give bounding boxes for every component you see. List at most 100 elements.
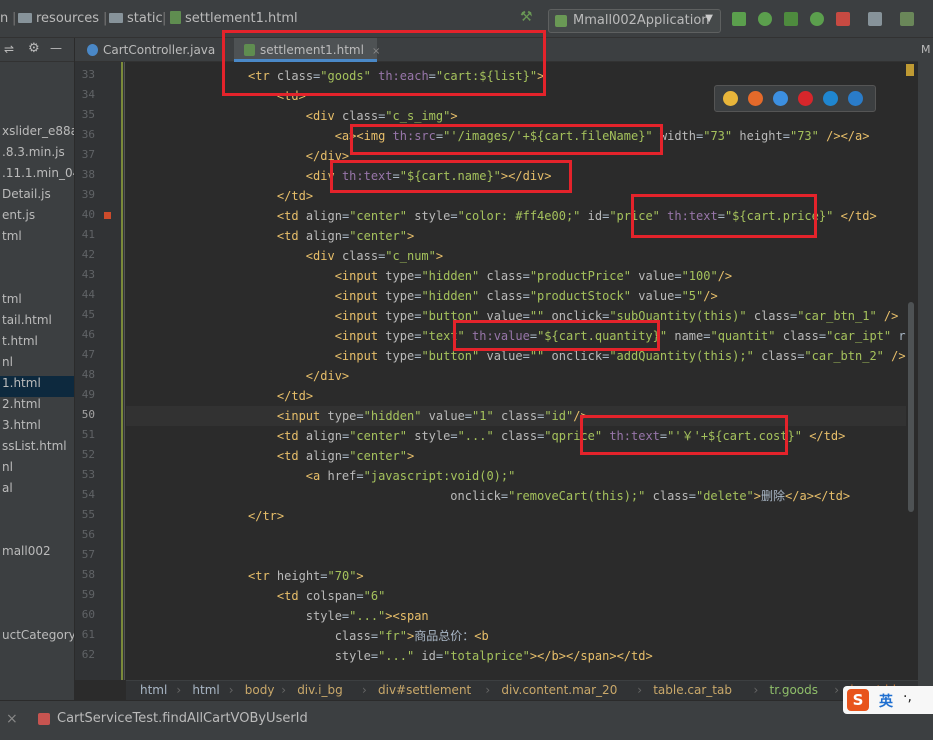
editor-scrollbar[interactable]	[906, 62, 918, 680]
project-tree-item[interactable]: .11.1.min_04	[0, 166, 74, 187]
line-number: 40	[81, 208, 95, 221]
code-line[interactable]: <input type="hidden" class="productStock…	[126, 286, 908, 306]
code-line[interactable]: <div class="c_num">	[126, 246, 908, 266]
breadcrumb-resources[interactable]: resources	[18, 11, 99, 26]
project-tree-item[interactable]: .8.3.min.js	[0, 145, 74, 166]
project-tree-item[interactable]: 3.html	[0, 418, 74, 439]
project-structure-icon[interactable]	[868, 12, 882, 26]
breadcrumb-static[interactable]: static	[109, 11, 163, 26]
debug-bug-icon[interactable]	[758, 12, 772, 26]
project-tree-item[interactable]: nl	[0, 355, 74, 376]
project-tree-item[interactable]: xslider_e88ac	[0, 124, 74, 145]
line-number: 36	[81, 128, 95, 141]
stop-icon[interactable]	[836, 12, 850, 26]
line-number: 58	[81, 568, 95, 581]
code-line[interactable]	[126, 546, 908, 566]
breadcrumb-item[interactable]: div#settlement	[378, 683, 471, 697]
code-line[interactable]: <input type="hidden" value="1" class="id…	[126, 406, 908, 426]
gear-icon[interactable]: ⚙	[28, 41, 40, 56]
project-tree-item[interactable]: mall002	[0, 544, 74, 565]
line-number: 60	[81, 608, 95, 621]
code-line[interactable]: class="fr">商品总价：<b	[126, 626, 908, 646]
line-number: 35	[81, 108, 95, 121]
internet-explorer-icon[interactable]	[823, 91, 838, 106]
code-line[interactable]: <td colspan="6"	[126, 586, 908, 606]
rerun-icon[interactable]	[732, 12, 746, 26]
project-tree-item[interactable]: tml	[0, 229, 74, 250]
code-line[interactable]: <tr height="70">	[126, 566, 908, 586]
code-line[interactable]: </td>	[126, 386, 908, 406]
line-number: 52	[81, 448, 95, 461]
code-line[interactable]: <a href="javascript:void(0);"	[126, 466, 908, 486]
test-icon	[38, 713, 50, 725]
sdk-icon[interactable]	[900, 12, 914, 26]
project-tree-item[interactable]: ssList.html	[0, 439, 74, 460]
code-line[interactable]: </tr>	[126, 506, 908, 526]
project-tree-item[interactable]: t.html	[0, 334, 74, 355]
edge-icon[interactable]	[848, 91, 863, 106]
run-configuration-dropdown[interactable]: Mmall002Application ▼	[548, 9, 721, 33]
ime-indicator[interactable]: S 英 ·,	[843, 686, 933, 714]
tab-cart-controller[interactable]: CartController.java	[77, 38, 217, 62]
collapse-icon[interactable]: ⇌	[4, 42, 14, 56]
code-text: <input type="hidden" value="1" class="id…	[276, 409, 588, 423]
breadcrumb-resources-label: resources	[36, 11, 100, 26]
project-tree-item[interactable]: al	[0, 481, 74, 502]
code-text: onclick="removeCart(this);" class="delet…	[450, 489, 851, 503]
project-tree-item[interactable]: 2.html	[0, 397, 74, 418]
status-bar: × CartServiceTest.findAllCartVOByUserId	[0, 700, 933, 740]
breadcrumb-item[interactable]: table.car_tab	[653, 683, 732, 697]
project-tree-item[interactable]: nl	[0, 460, 74, 481]
run-tab-label[interactable]: CartServiceTest.findAllCartVOByUserId	[57, 711, 308, 726]
breadcrumb-item[interactable]: body	[245, 683, 275, 697]
breadcrumb-item[interactable]: div.i_bg	[297, 683, 343, 697]
project-tree-item[interactable]: Detail.js	[0, 187, 74, 208]
code-line[interactable]	[126, 526, 908, 546]
coverage-shield-icon[interactable]	[784, 12, 798, 26]
safari-icon[interactable]	[773, 91, 788, 106]
breadcrumb-separator: |	[162, 11, 167, 26]
code-text: <input type="hidden" class="productPrice…	[334, 269, 733, 283]
profiler-icon[interactable]	[810, 12, 824, 26]
project-tree-item[interactable]: tml	[0, 292, 74, 313]
highlight-box	[631, 194, 817, 238]
breadcrumb-file[interactable]: settlement1.html	[170, 11, 298, 26]
breadcrumb-separator: |	[12, 11, 17, 26]
line-number: 47	[81, 348, 95, 361]
breadcrumb-item[interactable]: tr.goods	[770, 683, 819, 697]
close-icon[interactable]: ×	[6, 711, 18, 727]
code-line[interactable]: style="..." id="totalprice"></b></span><…	[126, 646, 908, 666]
code-text: </td>	[276, 389, 314, 403]
code-text: <td align="center">	[276, 229, 415, 243]
project-tree-item[interactable]: ent.js	[0, 208, 74, 229]
code-text: <input type="hidden" class="productStock…	[334, 289, 718, 303]
breadcrumb-project[interactable]: n	[0, 11, 8, 26]
code-text: class="fr">商品总价：<b	[334, 629, 489, 643]
project-tree-item[interactable]: 1.html	[0, 376, 74, 397]
breadcrumb-item[interactable]: div.content.mar_20	[501, 683, 617, 697]
project-tree-item[interactable]: uctCategoryS	[0, 628, 74, 649]
hide-icon[interactable]: —	[50, 41, 62, 55]
firefox-icon[interactable]	[748, 91, 763, 106]
code-line[interactable]: <td align="center">	[126, 446, 908, 466]
breadcrumb-item[interactable]: html	[140, 683, 167, 697]
line-number: 43	[81, 268, 95, 281]
line-number: 49	[81, 388, 95, 401]
code-line[interactable]: <input type="hidden" class="productPrice…	[126, 266, 908, 286]
code-text: <tr height="70">	[248, 569, 364, 583]
code-text: </tr>	[248, 509, 285, 523]
code-text: </td>	[276, 189, 314, 203]
code-line[interactable]: </div>	[126, 366, 908, 386]
opera-icon[interactable]	[798, 91, 813, 106]
line-number: 53	[81, 468, 95, 481]
code-line[interactable]: <td align="center" style="..." class="qp…	[126, 426, 908, 446]
code-line[interactable]: onclick="removeCart(this);" class="delet…	[126, 486, 908, 506]
maven-tab[interactable]: M	[921, 43, 931, 56]
scroll-thumb[interactable]	[908, 302, 914, 512]
chrome-icon[interactable]	[723, 91, 738, 106]
build-hammer-icon[interactable]: ⚒	[520, 9, 534, 25]
code-line[interactable]: style="..."><span	[126, 606, 908, 626]
project-tree-item[interactable]: tail.html	[0, 313, 74, 334]
breadcrumb-item[interactable]: html	[192, 683, 219, 697]
breadcrumb-file-label: settlement1.html	[185, 11, 298, 26]
